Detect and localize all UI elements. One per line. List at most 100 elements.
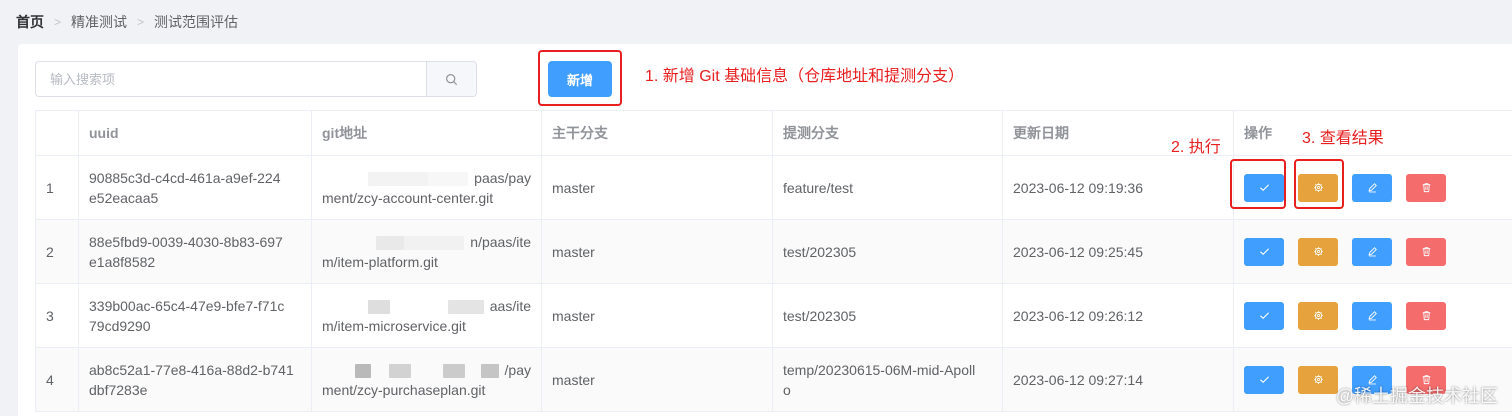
table-row: 4 ab8c52a1-77e8-416a-88d2-b741 dbf7283e … — [35, 347, 1512, 412]
breadcrumb-separator-icon: > — [137, 15, 145, 29]
annotation-execute: 2. 执行 — [1171, 139, 1221, 156]
row-git-url: aas/ite m/item-microservice.git — [311, 283, 542, 348]
column-header-test-branch: 提测分支 — [772, 110, 1003, 156]
table-row: 3 339b00ac-65c4-47e9-bfe7-f71c 79cd9290 … — [35, 283, 1512, 348]
row-test-branch: test/202305 — [772, 219, 1003, 284]
row-update-date: 2023-06-12 09:27:14 — [1002, 347, 1234, 412]
row-uuid: 339b00ac-65c4-47e9-bfe7-f71c 79cd9290 — [78, 283, 312, 348]
row-uuid-line: 79cd9290 — [89, 317, 151, 334]
edit-icon — [1367, 183, 1377, 193]
row-main-branch: master — [541, 219, 773, 284]
row-test-branch-line: test/202305 — [783, 243, 857, 260]
delete-icon — [1422, 183, 1430, 193]
row-test-branch: test/202305 — [772, 283, 1003, 348]
search-icon — [446, 73, 458, 85]
row-main-branch: master — [541, 155, 773, 220]
row-uuid-line: 90885c3d-c4cd-461a-a9ef-224 — [89, 169, 281, 186]
main-card: 新增 1. 新增 Git 基础信息（仓库地址和提测分支） uuid git地址 … — [18, 44, 1512, 416]
row-uuid-line: ab8c52a1-77e8-416a-88d2-b741 — [89, 361, 294, 378]
action-group — [1244, 237, 1502, 266]
column-header-uuid: uuid — [78, 110, 312, 156]
row-main-branch: master — [541, 283, 773, 348]
redacted-block — [442, 363, 465, 378]
row-index: 4 — [35, 347, 79, 412]
row-git-url-line: m/item-microservice.git — [322, 317, 466, 334]
breadcrumb: 首页 > 精准测试 > 测试范围评估 — [16, 12, 238, 32]
row-uuid: ab8c52a1-77e8-416a-88d2-b741 dbf7283e — [78, 347, 312, 412]
gear-icon — [1313, 311, 1323, 320]
delete-button[interactable] — [1406, 237, 1446, 266]
row-update-date: 2023-06-12 09:26:12 — [1002, 283, 1234, 348]
row-update-date: 2023-06-12 09:19:36 — [1002, 155, 1234, 220]
edit-icon — [1367, 311, 1377, 321]
delete-icon — [1422, 311, 1430, 321]
row-git-url-line: n/paas/ite — [470, 233, 531, 250]
row-test-branch-line: test/202305 — [783, 307, 857, 324]
row-test-branch-line: feature/test — [783, 179, 854, 196]
redacted-block — [447, 299, 484, 314]
row-git-url-line: ment/zcy-account-center.git — [322, 189, 494, 206]
search-bar — [35, 61, 477, 97]
execute-button[interactable] — [1244, 237, 1284, 266]
annotation-view: 3. 查看结果 — [1302, 130, 1384, 147]
breadcrumb-current: 测试范围评估 — [154, 14, 239, 30]
table-row: 2 88e5fbd9-0039-4030-8b83-697 e1a8f8582 … — [35, 219, 1512, 284]
row-git-url-line: ment/zcy-purchaseplan.git — [322, 381, 486, 398]
row-uuid-line: 339b00ac-65c4-47e9-bfe7-f71c — [89, 297, 285, 314]
git-table: uuid git地址 主干分支 提测分支 更新日期 操作 1 90885c3d-… — [35, 110, 1512, 412]
column-header-index — [35, 110, 79, 156]
delete-icon — [1422, 247, 1430, 257]
execute-button[interactable] — [1244, 301, 1284, 330]
row-update-date: 2023-06-12 09:25:45 — [1002, 219, 1234, 284]
edit-button[interactable] — [1352, 173, 1392, 202]
breadcrumb-home[interactable]: 首页 — [16, 12, 44, 32]
view-result-button[interactable] — [1298, 237, 1338, 266]
delete-button[interactable] — [1406, 301, 1446, 330]
search-button[interactable] — [426, 61, 477, 97]
redacted-block — [368, 171, 429, 186]
row-git-url-line: /pay — [504, 361, 531, 378]
check-icon — [1259, 248, 1269, 256]
row-test-branch-line: o — [783, 381, 791, 398]
row-uuid-line: e1a8f8582 — [89, 253, 156, 270]
column-header-git-url: git地址 — [311, 110, 542, 156]
breadcrumb-separator-icon: > — [54, 15, 62, 29]
action-group — [1244, 301, 1502, 330]
edit-button[interactable] — [1352, 237, 1392, 266]
redacted-block — [480, 363, 499, 378]
view-result-button[interactable] — [1298, 365, 1338, 394]
row-main-branch: master — [541, 347, 773, 412]
gear-icon — [1313, 375, 1323, 384]
table-header-row: uuid git地址 主干分支 提测分支 更新日期 操作 — [35, 110, 1512, 156]
view-result-button[interactable] — [1298, 301, 1338, 330]
row-actions — [1233, 283, 1512, 348]
row-index: 1 — [35, 155, 79, 220]
execute-button[interactable] — [1244, 365, 1284, 394]
highlight-box-execute — [1230, 159, 1286, 209]
edit-button[interactable] — [1352, 301, 1392, 330]
row-git-url-line: paas/pay — [474, 169, 531, 186]
delete-button[interactable] — [1406, 173, 1446, 202]
search-input[interactable] — [35, 61, 427, 97]
row-uuid-line: 88e5fbd9-0039-4030-8b83-697 — [89, 233, 283, 250]
row-git-url: /pay ment/zcy-purchaseplan.git — [311, 347, 542, 412]
gear-icon — [1313, 247, 1323, 256]
row-git-url: n/paas/ite m/item-platform.git — [311, 219, 542, 284]
row-git-url-line: aas/ite — [489, 297, 531, 314]
row-uuid-line: dbf7283e — [89, 381, 148, 398]
breadcrumb-precision-test[interactable]: 精准测试 — [71, 12, 127, 32]
watermark: @稀土掘金技术社区 — [1335, 386, 1498, 406]
annotation-add: 1. 新增 Git 基础信息（仓库地址和提测分支） — [645, 68, 965, 85]
row-test-branch: feature/test — [772, 155, 1003, 220]
row-actions — [1233, 219, 1512, 284]
redacted-block — [376, 235, 405, 250]
redacted-block — [428, 171, 469, 186]
edit-icon — [1367, 247, 1377, 257]
row-uuid: 88e5fbd9-0039-4030-8b83-697 e1a8f8582 — [78, 219, 312, 284]
column-header-main-branch: 主干分支 — [541, 110, 773, 156]
table-row: 1 90885c3d-c4cd-461a-a9ef-224 e52eacaa5 … — [35, 155, 1512, 220]
redacted-block — [367, 299, 390, 314]
row-git-url: paas/pay ment/zcy-account-center.git — [311, 155, 542, 220]
row-index: 2 — [35, 219, 79, 284]
highlight-box-add — [538, 50, 622, 106]
